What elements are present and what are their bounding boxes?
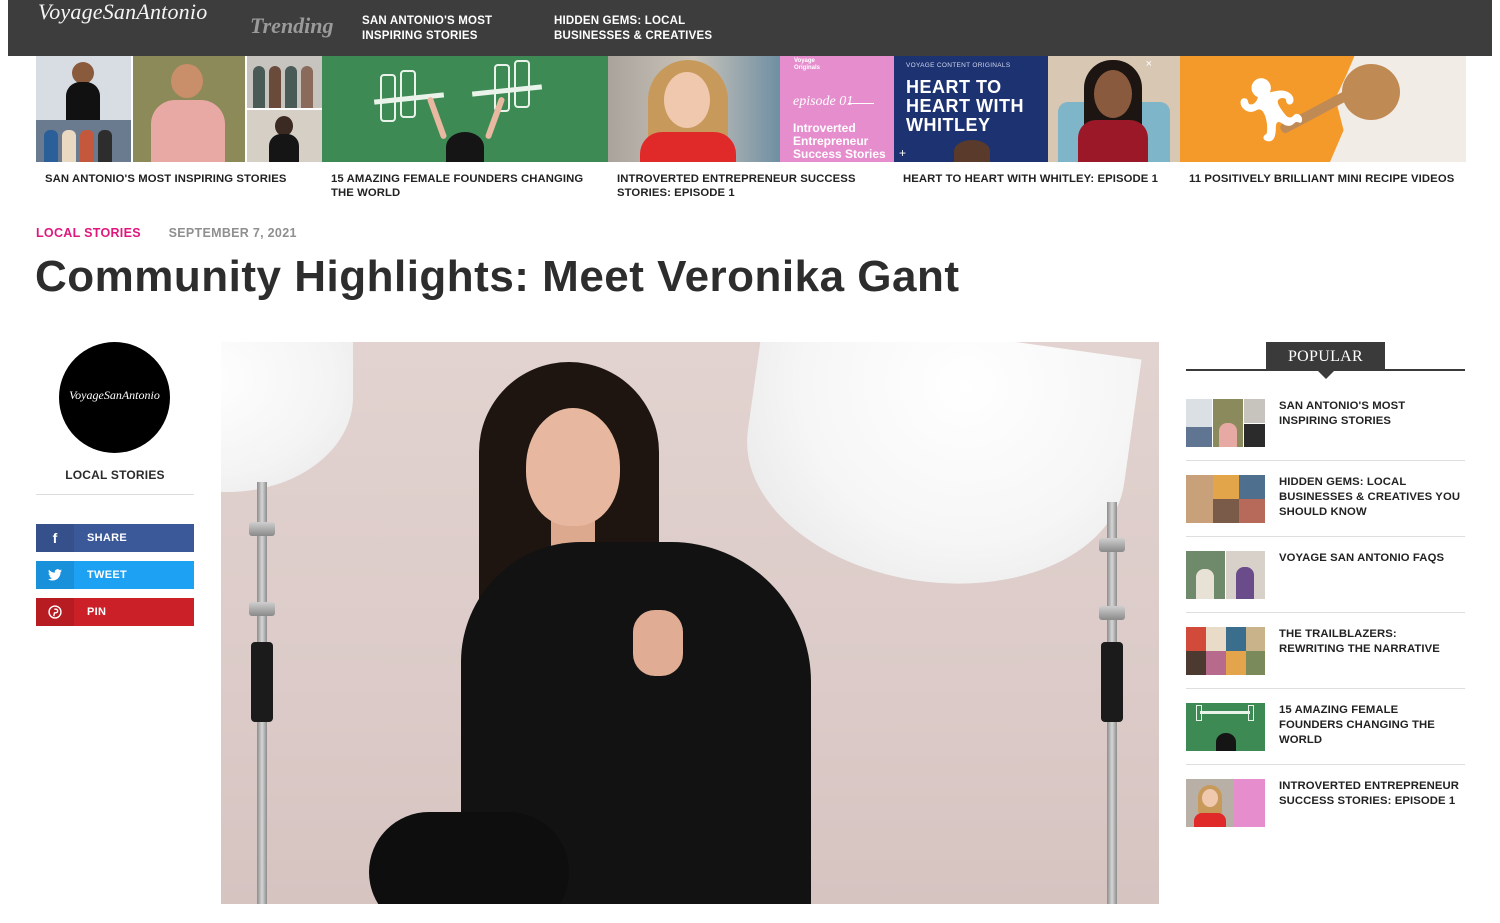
site-logo[interactable]: VoyageSanAntonio xyxy=(38,0,207,25)
card-thumbnail-collage[interactable] xyxy=(36,56,322,162)
article-category-link[interactable]: LOCAL STORIES xyxy=(36,226,141,240)
card-title[interactable]: HEART TO HEART WITH WHITLEY: EPISODE 1 xyxy=(903,172,1173,186)
trending-label: Trending xyxy=(250,13,334,38)
top-navigation-bar: VoyageSanAntonio Trending SAN ANTONIO'S … xyxy=(8,0,1492,56)
card-thumbnail-episode[interactable]: Voyage Originals episode 01 Introverted … xyxy=(608,56,894,162)
divider xyxy=(1186,536,1465,537)
divider xyxy=(1186,688,1465,689)
card-title[interactable]: SAN ANTONIO'S MOST INSPIRING STORIES xyxy=(45,172,315,186)
popular-item-title[interactable]: SAN ANTONIO'S MOST INSPIRING STORIES xyxy=(1279,399,1465,429)
thumb-series-text: HEART TO HEART WITH WHITLEY xyxy=(906,77,1024,135)
divider xyxy=(1186,764,1465,765)
trending-card-inspiring-stories[interactable]: SAN ANTONIO'S MOST INSPIRING STORIES xyxy=(36,56,322,206)
popular-thumbnail[interactable] xyxy=(1186,475,1265,523)
facebook-icon: f xyxy=(36,524,74,552)
popular-item[interactable]: HIDDEN GEMS: LOCAL BUSINESSES & CREATIVE… xyxy=(1186,475,1465,551)
popular-item[interactable]: SAN ANTONIO'S MOST INSPIRING STORIES xyxy=(1186,399,1465,475)
trending-card-female-founders[interactable]: 15 AMAZING FEMALE FOUNDERS CHANGING THE … xyxy=(322,56,608,206)
pin-button-label: PIN xyxy=(87,606,107,618)
popular-thumbnail[interactable] xyxy=(1186,399,1265,447)
twitter-tweet-button[interactable]: TWEET xyxy=(36,561,194,589)
divider xyxy=(36,494,194,495)
thumb-tag-text: VOYAGE CONTENT ORIGINALS xyxy=(906,62,1011,69)
article-headline: Community Highlights: Meet Veronika Gant xyxy=(35,252,960,301)
popular-item[interactable]: THE TRAILBLAZERS: REWRITING THE NARRATIV… xyxy=(1186,627,1465,703)
thumb-series-text: Introverted Entrepreneur Success Stories xyxy=(793,121,886,161)
popular-item[interactable]: 15 AMAZING FEMALE FOUNDERS CHANGING THE … xyxy=(1186,703,1465,779)
x-decor-icon: × xyxy=(1145,58,1152,70)
popular-thumbnail[interactable] xyxy=(1186,627,1265,675)
trending-card-recipe-videos[interactable]: 🏃︎ 11 POSITIVELY BRILLIANT MINI RECIPE V… xyxy=(1180,56,1466,206)
article-meta: LOCAL STORIES SEPTEMBER 7, 2021 xyxy=(36,226,297,240)
thumb-brand-text: Voyage Originals xyxy=(794,58,821,71)
twitter-icon xyxy=(36,561,74,589)
popular-item-title[interactable]: INTROVERTED ENTREPRENEUR SUCCESS STORIES… xyxy=(1279,779,1465,809)
card-title[interactable]: 11 POSITIVELY BRILLIANT MINI RECIPE VIDE… xyxy=(1189,172,1459,186)
card-thumbnail-recipe[interactable]: 🏃︎ xyxy=(1180,56,1466,162)
popular-thumbnail[interactable] xyxy=(1186,551,1265,599)
share-button-label: SHARE xyxy=(87,532,128,544)
popular-thumbnail[interactable] xyxy=(1186,703,1265,751)
trending-card-introverted-entrepreneur[interactable]: Voyage Originals episode 01 Introverted … xyxy=(608,56,894,206)
popular-heading: POPULAR xyxy=(1266,342,1385,379)
popular-thumbnail[interactable] xyxy=(1186,779,1265,827)
runner-figure-icon: 🏃︎ xyxy=(1232,76,1311,145)
card-thumbnail-heart-to-heart[interactable]: VOYAGE CONTENT ORIGINALS HEART TO HEART … xyxy=(894,56,1180,162)
pinterest-icon xyxy=(36,598,74,626)
card-title[interactable]: 15 AMAZING FEMALE FOUNDERS CHANGING THE … xyxy=(331,172,601,200)
facebook-share-button[interactable]: f SHARE xyxy=(36,524,194,552)
trending-card-heart-to-heart[interactable]: VOYAGE CONTENT ORIGINALS HEART TO HEART … xyxy=(894,56,1180,206)
card-title[interactable]: INTROVERTED ENTREPRENEUR SUCCESS STORIES… xyxy=(617,172,887,200)
divider xyxy=(1186,612,1465,613)
author-avatar[interactable]: VoyageSanAntonio xyxy=(59,342,170,453)
popular-item[interactable]: VOYAGE SAN ANTONIO FAQS xyxy=(1186,551,1465,627)
popular-item[interactable]: INTROVERTED ENTREPRENEUR SUCCESS STORIES… xyxy=(1186,779,1465,855)
popular-item-title[interactable]: HIDDEN GEMS: LOCAL BUSINESSES & CREATIVE… xyxy=(1279,475,1465,520)
trending-link-hidden-gems[interactable]: HIDDEN GEMS: LOCAL BUSINESSES & CREATIVE… xyxy=(554,14,724,44)
article-hero-photo xyxy=(221,342,1159,904)
avatar-logo-text: VoyageSanAntonio xyxy=(69,388,160,402)
pinterest-pin-button[interactable]: PIN xyxy=(36,598,194,626)
card-thumbnail-chalkboard[interactable] xyxy=(322,56,608,162)
tweet-button-label: TWEET xyxy=(87,569,127,581)
popular-item-title[interactable]: 15 AMAZING FEMALE FOUNDERS CHANGING THE … xyxy=(1279,703,1465,748)
article-date: SEPTEMBER 7, 2021 xyxy=(168,226,297,240)
author-category-link[interactable]: LOCAL STORIES xyxy=(36,468,194,482)
popular-item-title[interactable]: VOYAGE SAN ANTONIO FAQS xyxy=(1279,551,1465,566)
trending-cards-strip: SAN ANTONIO'S MOST INSPIRING STORIES 15 … xyxy=(36,56,1466,206)
divider xyxy=(1186,460,1465,461)
popular-item-title[interactable]: THE TRAILBLAZERS: REWRITING THE NARRATIV… xyxy=(1279,627,1465,657)
thumb-episode-text: episode 01 xyxy=(793,94,854,109)
trending-link-inspiring-stories[interactable]: SAN ANTONIO'S MOST INSPIRING STORIES xyxy=(362,14,532,44)
